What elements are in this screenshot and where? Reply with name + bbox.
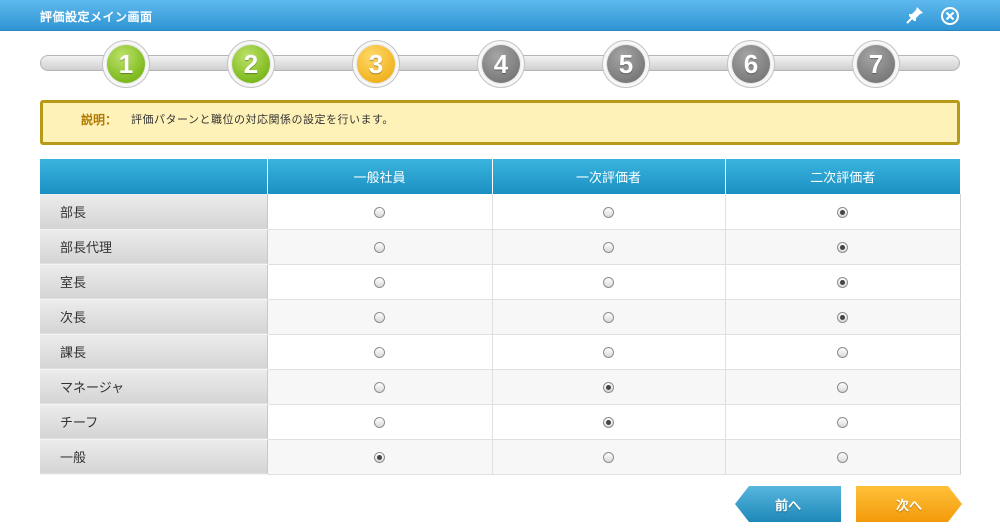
radio-button[interactable] [374, 382, 385, 393]
radio-button[interactable] [603, 242, 614, 253]
column-header-second-evaluator: 二次評価者 [725, 159, 960, 194]
table-row: 室長 [40, 264, 961, 300]
radio-button[interactable] [603, 382, 614, 393]
radio-cell [267, 369, 493, 405]
radio-cell [725, 229, 961, 265]
radio-button[interactable] [603, 452, 614, 463]
column-header-position [40, 159, 268, 194]
step-1[interactable]: 1 [102, 40, 150, 88]
position-evaluator-table: 一般社員 一次評価者 二次評価者 部長 部長代理 室長 次長 課長 マネージャ チーフ 一般 [40, 159, 961, 475]
step-7[interactable]: 7 [852, 40, 900, 88]
radio-cell [725, 369, 961, 405]
radio-button[interactable] [374, 347, 385, 358]
step-7-label: 7 [857, 45, 895, 83]
row-label: 一般 [40, 439, 268, 475]
radio-cell [725, 299, 961, 335]
radio-button[interactable] [837, 452, 848, 463]
radio-button[interactable] [837, 206, 848, 218]
table-row: 次長 [40, 299, 961, 335]
step-5[interactable]: 5 [602, 40, 650, 88]
radio-cell [492, 194, 726, 230]
radio-cell [267, 264, 493, 300]
radio-button[interactable] [374, 277, 385, 288]
radio-cell [725, 194, 961, 230]
pin-icon[interactable] [905, 5, 925, 25]
step-progress: 1 2 3 4 5 6 7 [40, 40, 960, 90]
step-1-label: 1 [107, 45, 145, 83]
table-header-row: 一般社員 一次評価者 二次評価者 [40, 159, 960, 194]
radio-button[interactable] [837, 347, 848, 358]
title-bar: 評価設定メイン画面 [0, 0, 1000, 31]
radio-button[interactable] [603, 347, 614, 358]
description-box: 説明： 評価パターンと職位の対応関係の設定を行います。 [40, 100, 960, 145]
radio-button[interactable] [837, 382, 848, 393]
row-label: チーフ [40, 404, 268, 440]
radio-button[interactable] [837, 277, 848, 288]
radio-button[interactable] [603, 417, 614, 428]
radio-button[interactable] [837, 312, 848, 323]
step-4-label: 4 [482, 45, 520, 83]
radio-cell [725, 264, 961, 300]
radio-button[interactable] [603, 206, 614, 218]
table-row: 課長 [40, 334, 961, 370]
window-title: 評価設定メイン画面 [40, 10, 153, 24]
radio-cell [267, 334, 493, 370]
step-6-label: 6 [732, 45, 770, 83]
radio-cell [492, 264, 726, 300]
radio-button[interactable] [837, 242, 848, 253]
radio-button[interactable] [374, 206, 385, 218]
radio-cell [267, 299, 493, 335]
radio-button[interactable] [837, 417, 848, 428]
radio-button[interactable] [603, 312, 614, 323]
step-2[interactable]: 2 [227, 40, 275, 88]
column-header-first-evaluator: 一次評価者 [492, 159, 726, 194]
row-label: 部長 [40, 194, 268, 230]
row-label: 室長 [40, 264, 268, 300]
row-label: 課長 [40, 334, 268, 370]
radio-cell [725, 439, 961, 475]
radio-button[interactable] [374, 417, 385, 428]
step-2-label: 2 [232, 45, 270, 83]
table-row: 部長 [40, 194, 961, 230]
radio-cell [267, 194, 493, 230]
step-4[interactable]: 4 [477, 40, 525, 88]
radio-cell [492, 299, 726, 335]
radio-cell [725, 404, 961, 440]
radio-cell [492, 369, 726, 405]
step-5-label: 5 [607, 45, 645, 83]
radio-cell [267, 439, 493, 475]
table-row: 一般 [40, 439, 961, 475]
row-label: マネージャ [40, 369, 268, 405]
description-text: 評価パターンと職位の対応関係の設定を行います。 [131, 113, 394, 126]
step-3[interactable]: 3 [352, 40, 400, 88]
radio-button[interactable] [374, 452, 385, 463]
radio-cell [492, 439, 726, 475]
radio-cell [492, 404, 726, 440]
row-label: 次長 [40, 299, 268, 335]
row-label: 部長代理 [40, 229, 268, 265]
step-6[interactable]: 6 [727, 40, 775, 88]
radio-cell [725, 334, 961, 370]
radio-cell [267, 229, 493, 265]
table-row: マネージャ [40, 369, 961, 405]
description-label: 説明： [81, 113, 118, 127]
next-button[interactable]: 次へ [856, 486, 962, 522]
radio-cell [492, 229, 726, 265]
radio-button[interactable] [374, 312, 385, 323]
prev-button[interactable]: 前へ [735, 486, 841, 522]
radio-button[interactable] [374, 242, 385, 253]
table-row: 部長代理 [40, 229, 961, 265]
radio-button[interactable] [603, 277, 614, 288]
step-3-label: 3 [357, 45, 395, 83]
radio-cell [492, 334, 726, 370]
column-header-general-staff: 一般社員 [267, 159, 493, 194]
close-icon[interactable] [939, 5, 961, 27]
table-row: チーフ [40, 404, 961, 440]
radio-cell [267, 404, 493, 440]
